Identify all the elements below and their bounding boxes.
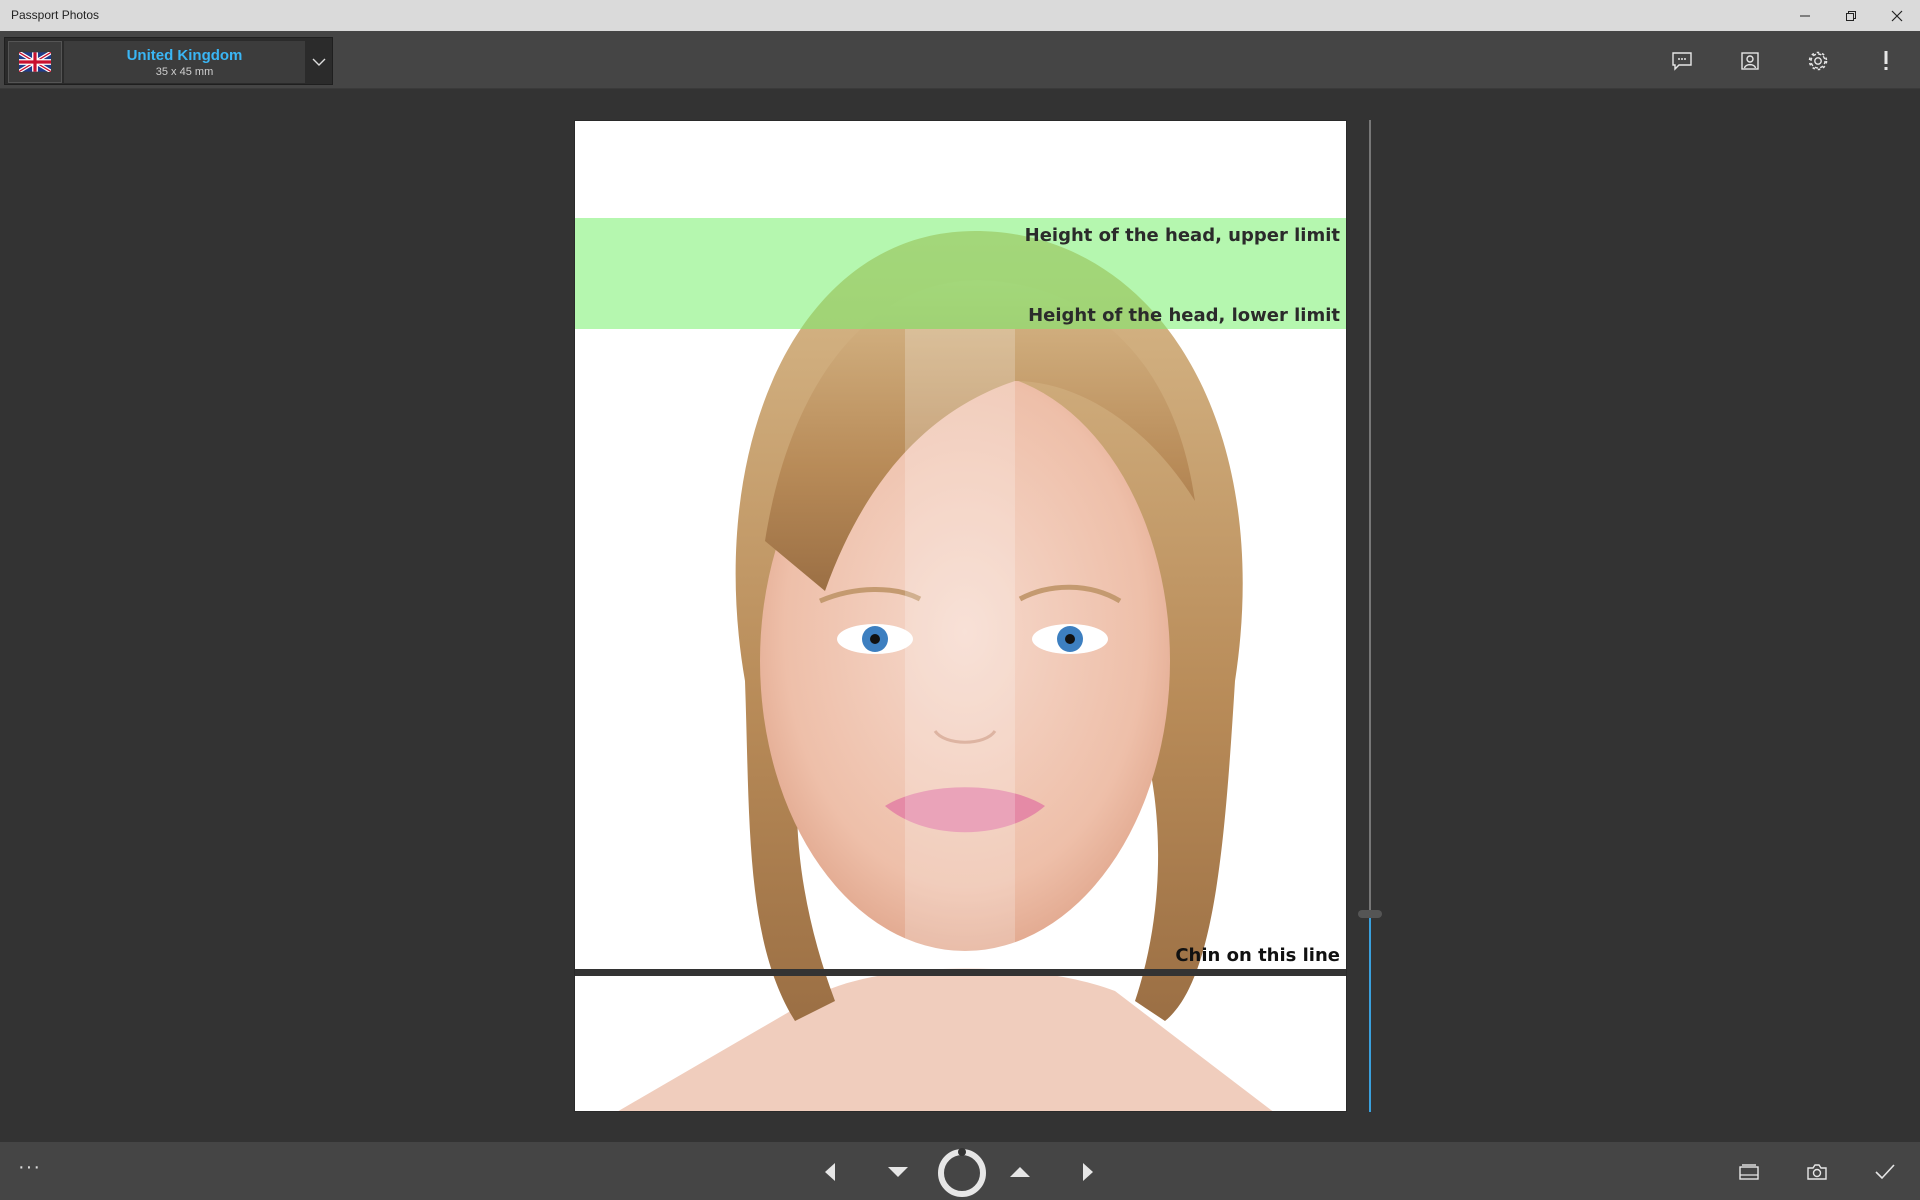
country-selector: United Kingdom 35 x 45 mm: [4, 37, 333, 85]
alert-button[interactable]: [1866, 41, 1906, 81]
head-lower-limit-label: Height of the head, lower limit: [1028, 305, 1340, 326]
restore-button[interactable]: [1828, 0, 1874, 31]
toolbar: United Kingdom 35 x 45 mm: [0, 31, 1920, 89]
arrow-right-icon: [1083, 1163, 1093, 1181]
camera-button[interactable]: [1795, 1150, 1839, 1194]
title-bar: Passport Photos: [0, 0, 1920, 31]
feedback-icon: [1672, 52, 1692, 71]
arrow-left-icon: [825, 1163, 835, 1181]
gallery-icon: [1739, 1164, 1759, 1180]
confirm-button[interactable]: [1863, 1150, 1907, 1194]
restore-icon: [1846, 10, 1856, 21]
country-dropdown-button[interactable]: [307, 41, 331, 83]
move-right-button[interactable]: [1066, 1150, 1110, 1194]
gear-icon: [1808, 51, 1828, 71]
app-title: Passport Photos: [11, 8, 100, 22]
chin-line-label: Chin on this line: [1175, 945, 1340, 966]
photo-canvas[interactable]: Height of the head, upper limit Height o…: [574, 120, 1347, 1112]
chevron-down-icon: [312, 58, 326, 66]
settings-button[interactable]: [1798, 41, 1838, 81]
feedback-button[interactable]: [1662, 41, 1702, 81]
flag-button[interactable]: [8, 41, 62, 83]
slider-track[interactable]: [1369, 120, 1371, 914]
head-upper-limit-label: Height of the head, upper limit: [1024, 225, 1340, 246]
arrow-down-icon: [888, 1167, 908, 1177]
center-guide-strip: [905, 329, 1015, 969]
bottom-bar: ···: [0, 1142, 1920, 1200]
minimize-icon: [1800, 15, 1810, 16]
arrow-up-icon: [1010, 1167, 1030, 1177]
uk-flag-icon: [19, 52, 51, 72]
portrait-icon: [1741, 52, 1759, 70]
more-button[interactable]: ···: [18, 1156, 41, 1179]
minimize-button[interactable]: [1782, 0, 1828, 31]
country-button[interactable]: United Kingdom 35 x 45 mm: [64, 41, 305, 83]
country-name: United Kingdom: [126, 47, 243, 64]
chin-line[interactable]: [575, 969, 1346, 976]
rotate-button[interactable]: [936, 1146, 988, 1198]
check-icon: [1875, 1164, 1895, 1180]
alert-icon: [1884, 51, 1888, 70]
slider-thumb[interactable]: [1358, 910, 1382, 918]
move-up-button[interactable]: [998, 1150, 1042, 1194]
move-left-button[interactable]: [808, 1150, 852, 1194]
photo-size: 35 x 45 mm: [155, 66, 214, 78]
gallery-button[interactable]: [1727, 1150, 1771, 1194]
close-button[interactable]: [1874, 0, 1920, 31]
close-icon: [1891, 10, 1903, 21]
portrait-button[interactable]: [1730, 41, 1770, 81]
move-down-button[interactable]: [876, 1150, 920, 1194]
slider-track-filled[interactable]: [1369, 914, 1371, 1112]
camera-icon: [1807, 1164, 1827, 1180]
rotate-icon: [938, 1148, 986, 1197]
